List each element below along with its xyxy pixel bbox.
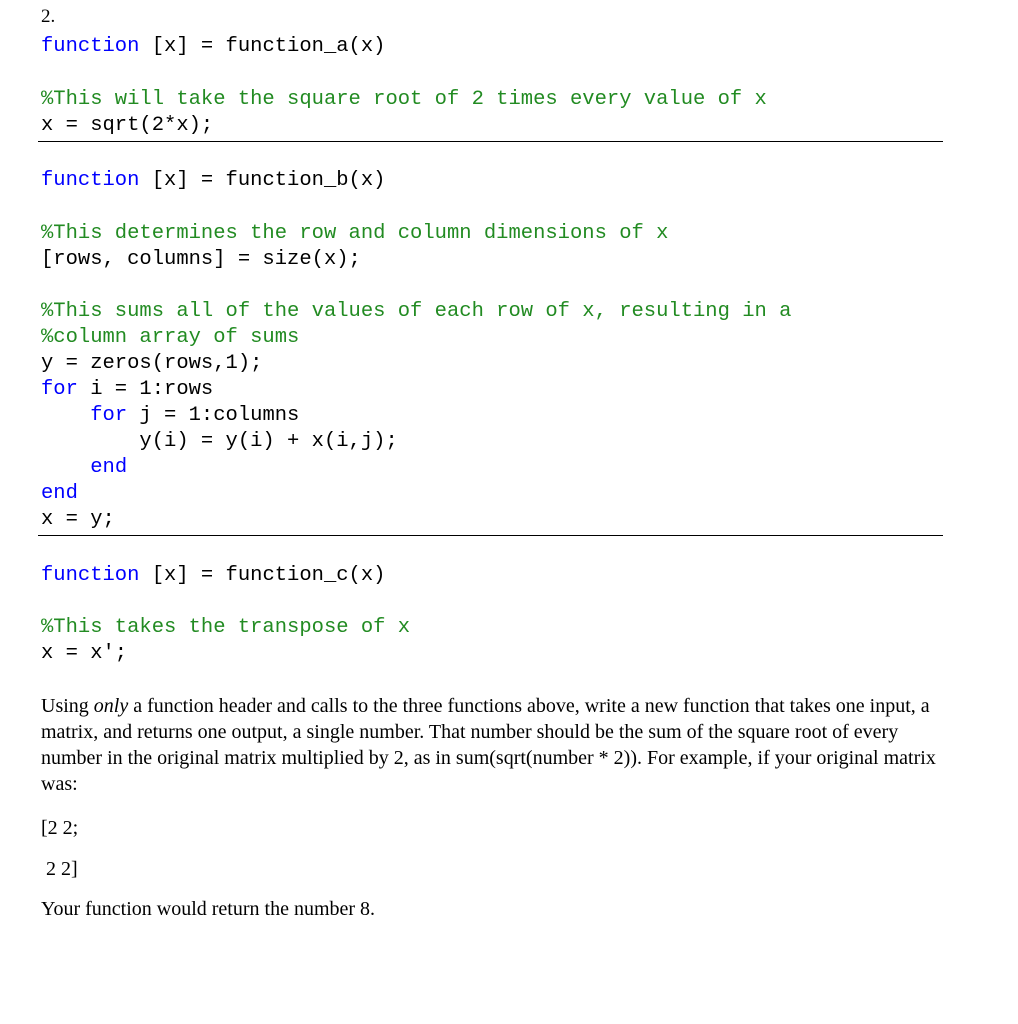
- function-b-comment: %This determines the row and column dime…: [41, 222, 669, 245]
- function-b-for-inner: for j = 1:columns: [90, 404, 300, 427]
- divider: [38, 141, 943, 142]
- keyword: function: [41, 35, 140, 58]
- function-a-body: x = sqrt(2*x);: [41, 114, 214, 137]
- function-b-comment-2: %This sums all of the values of each row…: [41, 300, 792, 323]
- function-a-header: function [x] = function_a(x): [41, 35, 386, 58]
- function-b-zeros-line: y = zeros(rows,1);: [41, 352, 263, 375]
- divider: [38, 535, 943, 536]
- function-b-size-line: [rows, columns] = size(x);: [41, 248, 361, 271]
- prompt-paragraph: Using only a function header and calls t…: [41, 695, 936, 795]
- function-b-header: function [x] = function_b(x): [41, 169, 386, 192]
- function-b-last: x = y;: [41, 508, 115, 531]
- emphasis: only: [93, 695, 129, 717]
- function-c-comment: %This takes the transpose of x: [41, 616, 411, 639]
- function-b-for-outer: for i = 1:rows: [41, 378, 214, 401]
- function-b-comment-3: %column array of sums: [41, 326, 300, 349]
- question-number: 2.: [41, 6, 56, 27]
- function-b-accumulate: y(i) = y(i) + x(i,j);: [41, 430, 398, 453]
- function-b-end-inner: end: [90, 456, 128, 479]
- matrix-line-2: 2 2]: [41, 858, 78, 880]
- matrix-line-1: [2 2;: [41, 817, 79, 839]
- conclusion: Your function would return the number 8.: [41, 898, 376, 920]
- function-c-body: x = x';: [41, 642, 128, 665]
- function-c-header: function [x] = function_c(x): [41, 564, 386, 587]
- function-a-comment: %This will take the square root of 2 tim…: [41, 88, 767, 111]
- function-b-end-outer: end: [41, 482, 78, 505]
